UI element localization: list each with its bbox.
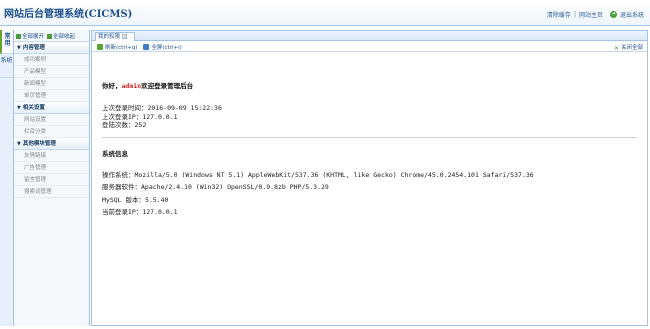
collapse-all-button[interactable]: 全部收起 [47, 32, 75, 40]
top-links: 清除缓存 | 网站主页 ➜ 退出系统 [547, 10, 644, 19]
current-ip: 当前登录IP：127.0.0.1 [102, 208, 178, 216]
triangle-down-icon: ▼ [17, 105, 21, 111]
vertical-tab-strip: 常用 系统 [0, 30, 14, 326]
sidebar-item-messages[interactable]: 留言管理 [14, 174, 89, 186]
triangle-down-icon: ▼ [17, 141, 21, 147]
sidebar-toolbar: 全部展开 全部收起 [14, 30, 89, 42]
group-title: 相关设置 [22, 105, 45, 111]
sidebar-item-site-settings[interactable]: 网站设置 [14, 114, 89, 126]
tab-label: 我的权限 [98, 34, 121, 40]
expand-all-button[interactable]: 全部展开 [16, 32, 44, 40]
tab-my-permissions[interactable]: 我的权限 × [95, 32, 135, 41]
sidebar-group-settings[interactable]: ▼ 相关设置 [14, 102, 89, 114]
welcome-message: 你好，admin欢迎登录管理后台 [102, 80, 637, 90]
close-all-label: 关闭全部 [620, 45, 643, 51]
sidebar: 全部展开 全部收起 ▼ 内容管理 成功案例 产品模型 新闻模型 单页管理 ▼ 相关设… [14, 30, 90, 326]
sidebar-item-links[interactable]: 友情链接 [14, 150, 89, 162]
mysql-info: MySQL 版本：5.5.40 [102, 195, 169, 204]
refresh-button[interactable]: 刷新(ctrl+q) [97, 43, 137, 51]
sidebar-item-cases[interactable]: 成功案例 [14, 54, 89, 66]
expand-all-label: 全部展开 [22, 33, 45, 40]
main-panel: 我的权限 × 刷新(ctrl+q) 全屏(ctrl+i) ✕ 关闭全部 你好，adm… [91, 30, 648, 326]
sidebar-group-content[interactable]: ▼ 内容管理 [14, 42, 89, 54]
app-header: 网站后台管理系统(CICMS) 清除缓存 | 网站主页 ➜ 退出系统 [0, 0, 650, 26]
login-info: 上次登录时间：2016-09-09 15:22:36 上次登录IP：127.0.… [102, 104, 637, 130]
logout-link[interactable]: 退出系统 [620, 10, 644, 19]
triangle-down-icon: ▼ [17, 45, 21, 51]
group-title: 内容管理 [22, 45, 45, 51]
collapse-icon [47, 33, 53, 39]
server-info: 服务器软件：Apache/2.4.10 (Win32) OpenSSL/0.9.… [102, 183, 329, 191]
collapse-all-label: 全部收起 [53, 33, 76, 40]
sidebar-item-news[interactable]: 新闻模型 [14, 78, 89, 90]
vtab-system[interactable]: 系统 [0, 54, 13, 78]
divider [102, 136, 637, 138]
sidebar-item-categories[interactable]: 栏目分类 [14, 126, 89, 138]
os-info: 操作系统：Mozilla/5.0 (Windows NT 5.1) AppleW… [102, 170, 534, 179]
sidebar-item-products[interactable]: 产品模型 [14, 66, 89, 78]
vtab-common[interactable]: 常用 [0, 30, 13, 54]
refresh-icon [97, 44, 103, 50]
sidebar-item-pages[interactable]: 单页管理 [14, 90, 89, 102]
expand-icon [16, 33, 21, 39]
content-area: 你好，admin欢迎登录管理后台 上次登录时间：2016-09-09 15:22… [92, 80, 647, 219]
close-all-icon: ✕ [613, 45, 619, 52]
login-count: 登陆次数：252 [102, 121, 147, 129]
last-login-time: 上次登录时间：2016-09-09 15:22:36 [102, 104, 222, 112]
fullscreen-icon [143, 44, 150, 50]
app-title: 网站后台管理系统(CICMS) [4, 9, 133, 20]
system-info-title: 系统信息 [102, 149, 128, 158]
exit-icon: ➜ [609, 11, 617, 18]
refresh-label: 刷新(ctrl+q) [105, 45, 138, 51]
close-icon[interactable]: × [122, 34, 128, 39]
tab-bar: 我的权限 × [92, 31, 647, 41]
last-login-ip: 上次登录IP：127.0.0.1 [102, 112, 178, 121]
site-home-link[interactable]: 网站主页 [579, 10, 603, 19]
fullscreen-button[interactable]: 全屏(ctrl+i) [143, 43, 182, 51]
welcome-suffix: 欢迎登录管理后台 [141, 82, 194, 90]
sidebar-group-modules[interactable]: ▼ 其他模块管理 [14, 138, 89, 150]
welcome-prefix: 你好， [102, 82, 122, 90]
sidebar-item-ads[interactable]: 广告管理 [14, 162, 89, 174]
system-info: 操作系统：Mozilla/5.0 (Windows NT 5.1) AppleW… [102, 169, 637, 219]
close-all-button[interactable]: ✕ 关闭全部 [614, 43, 643, 52]
clear-cache-link[interactable]: 清除缓存 [547, 10, 571, 19]
fullscreen-label: 全屏(ctrl+i) [151, 45, 182, 51]
sidebar-item-search-words[interactable]: 搜索词管理 [14, 186, 89, 198]
group-title: 其他模块管理 [22, 141, 56, 147]
content-toolbar: 刷新(ctrl+q) 全屏(ctrl+i) ✕ 关闭全部 [92, 41, 647, 52]
link-separator: | [573, 11, 576, 18]
username: admin [121, 82, 142, 90]
